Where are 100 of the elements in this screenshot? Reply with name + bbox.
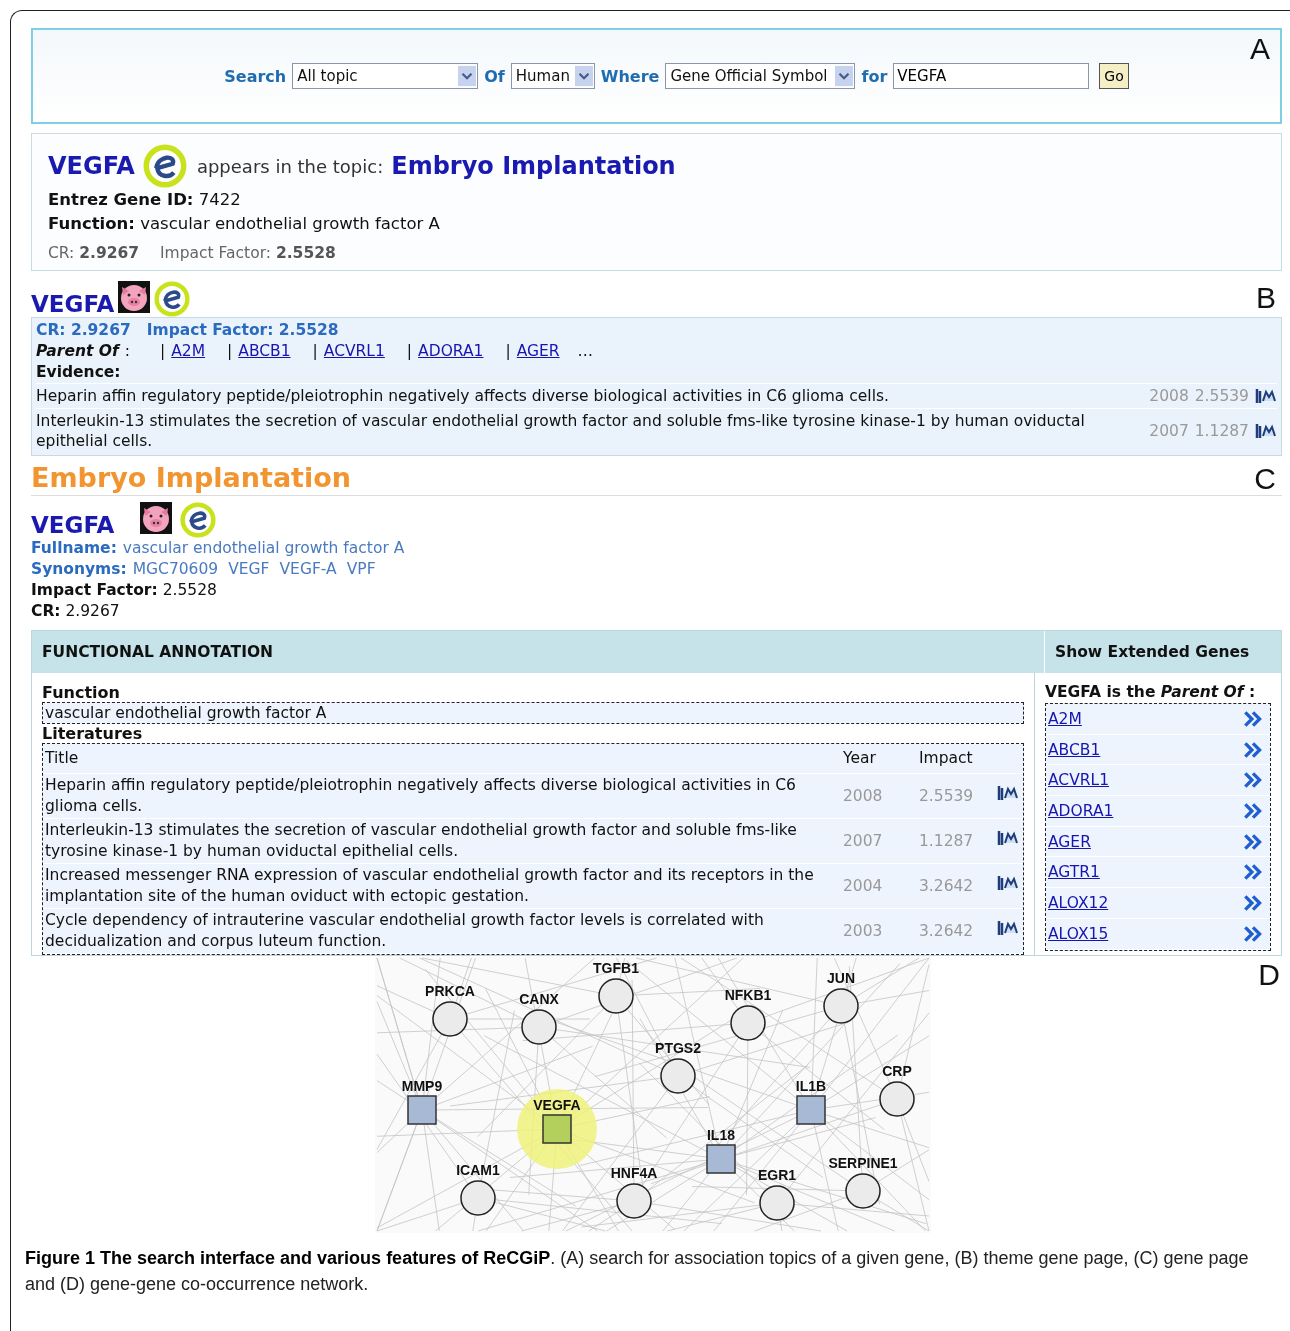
panel-letter: B bbox=[1256, 281, 1276, 315]
panel-letter: D bbox=[1258, 958, 1280, 992]
year-text: 2003 bbox=[842, 920, 884, 942]
pubmed-icon[interactable] bbox=[997, 874, 1019, 892]
gene-link[interactable]: ACVRL1 bbox=[1048, 771, 1110, 790]
double-chevron-icon[interactable] bbox=[1242, 863, 1264, 882]
entrez-label: Entrez Gene ID: bbox=[48, 190, 194, 209]
gene-link[interactable]: ACVRL1 bbox=[323, 341, 385, 362]
of-label: Of bbox=[484, 66, 505, 86]
gene-link[interactable]: AGER bbox=[1048, 832, 1091, 851]
field-dropdown[interactable]: Gene Official Symbol bbox=[665, 63, 856, 89]
query-field[interactable]: VEGFA bbox=[893, 63, 1090, 89]
year-text: 2007 bbox=[1149, 421, 1189, 441]
go-button[interactable]: Go bbox=[1099, 63, 1129, 89]
gene-link[interactable]: ALOX15 bbox=[1048, 924, 1109, 943]
column-header: Impact bbox=[919, 748, 974, 769]
year-text: 2008 bbox=[842, 785, 884, 807]
evidence-label: Evidence: bbox=[36, 362, 121, 383]
gene-link[interactable]: ADORA1 bbox=[418, 341, 484, 362]
gene-link[interactable]: ABCB1 bbox=[1048, 740, 1101, 759]
impact-text: 3.2642 bbox=[919, 875, 975, 897]
gene-link[interactable]: A2M bbox=[1048, 709, 1082, 728]
function-text: vascular endothelial growth factor A bbox=[140, 214, 440, 233]
pubmed-icon[interactable] bbox=[1255, 422, 1277, 440]
for-label: for bbox=[861, 66, 888, 86]
pubmed-icon[interactable] bbox=[997, 829, 1019, 847]
synonyms-label: Synonyms: bbox=[31, 559, 127, 580]
synonym-text: VPF bbox=[346, 559, 376, 580]
gene-link[interactable]: AGER bbox=[516, 341, 560, 362]
double-chevron-icon[interactable] bbox=[1242, 801, 1264, 820]
gene-link[interactable]: A2M bbox=[171, 341, 206, 362]
double-chevron-icon[interactable] bbox=[1242, 893, 1264, 912]
impact-text: 1.1287 bbox=[919, 830, 975, 852]
topic-dropdown[interactable]: All topic bbox=[292, 63, 479, 89]
double-chevron-icon[interactable] bbox=[1242, 709, 1264, 728]
gene-symbol: VEGFA bbox=[31, 291, 115, 317]
entrez-e-icon[interactable] bbox=[180, 502, 217, 538]
function-label: Function: bbox=[48, 214, 135, 233]
double-chevron-icon[interactable] bbox=[1242, 832, 1264, 851]
evidence-title: Interleukin-13 stimulates the secretion of vascular endothelial growth factor and soluble fms-like tyrosine kinase-1 by human oviductal epithelial cells. bbox=[36, 411, 1086, 451]
impact-value: 2.5528 bbox=[275, 244, 336, 262]
impact-label: Impact Factor: bbox=[160, 244, 271, 262]
literature-title: Interleukin-13 stimulates the secretion of vascular endothelial growth factor and soluble fms-like tyrosine kinase-1 by human oviductal epithelial cells. bbox=[44, 820, 798, 862]
topic-title: Embryo Implantation bbox=[31, 462, 352, 493]
panel-letter: C bbox=[1254, 462, 1276, 496]
panel-letter: A bbox=[1250, 32, 1270, 66]
pig-icon[interactable] bbox=[140, 502, 173, 534]
cr-label: CR: bbox=[48, 244, 75, 262]
parent-of-heading: VEGFA is the Parent Of : bbox=[1045, 683, 1257, 701]
more-text: … bbox=[577, 341, 594, 362]
impact-text: 3.2642 bbox=[919, 920, 975, 942]
impact-text: 2.5539 bbox=[1194, 386, 1249, 406]
gene-link[interactable]: AGTR1 bbox=[1048, 863, 1100, 882]
section-header: FUNCTIONAL ANNOTATION bbox=[32, 631, 1045, 673]
literatures-heading: Literatures bbox=[42, 724, 144, 743]
pig-icon[interactable] bbox=[118, 281, 151, 313]
figure-caption: Figure 1 The search interface and various features of ReCGiP. (A) search for association topics of a given gene, (B) theme gene page, (C) gene page and (D) gene-gene co-occurrence network. bbox=[25, 1247, 1250, 1296]
column-header: Title bbox=[44, 748, 80, 769]
separator-text: | bbox=[406, 341, 413, 362]
column-header: Year bbox=[842, 748, 877, 769]
synonym-text: VEGF-A bbox=[279, 559, 337, 580]
fullname-text: vascular endothelial growth factor A bbox=[122, 538, 405, 559]
gene-node[interactable]: VEGFA bbox=[516, 1089, 597, 1169]
year-text: 2004 bbox=[842, 875, 884, 897]
pubmed-icon[interactable] bbox=[997, 784, 1019, 802]
topic-link[interactable]: Embryo Implantation bbox=[391, 152, 676, 180]
separator-text: | bbox=[160, 341, 166, 362]
gene-node[interactable]: MMP9 bbox=[401, 1078, 442, 1125]
double-chevron-icon[interactable] bbox=[1242, 740, 1264, 759]
cr-label: CR: bbox=[31, 601, 61, 622]
synonym-text: VEGF bbox=[228, 559, 270, 580]
literature-title: Increased messenger RNA expression of vascular endothelial growth factor and its receptors in the implantation site of the human oviduct with ectopic gestation. bbox=[44, 865, 815, 907]
gene-link[interactable]: ALOX12 bbox=[1048, 893, 1109, 912]
literature-title: Cycle dependency of intrauterine vascular endothelial growth factor levels is correlated with decidualization and corpus luteum function. bbox=[44, 910, 765, 952]
species-dropdown[interactable]: Human bbox=[510, 63, 595, 89]
double-chevron-icon[interactable] bbox=[1242, 771, 1264, 790]
literature-title: Heparin affin regulatory peptide/pleiotrophin negatively affects diverse biological activities in C6 glioma cells. bbox=[44, 775, 797, 817]
evidence-title: Heparin affin regulatory peptide/pleiotrophin negatively affects diverse biological activities in C6 glioma cells. bbox=[36, 386, 890, 406]
function-heading: Function bbox=[42, 683, 121, 702]
colon-text: : bbox=[124, 341, 130, 362]
entrez-e-icon[interactable] bbox=[154, 281, 191, 317]
fullname-label: Fullname: bbox=[31, 538, 117, 559]
cr-value: 2.9267 bbox=[65, 601, 120, 622]
impact-factor: Impact Factor: 2.5528 bbox=[146, 320, 339, 341]
gene-link[interactable]: ADORA1 bbox=[1048, 801, 1114, 820]
search-label: Search bbox=[224, 66, 287, 86]
synonym-text: MGC70609 bbox=[132, 559, 219, 580]
gene-node[interactable]: PRKCA bbox=[424, 983, 475, 1037]
separator-text: | bbox=[227, 341, 233, 362]
pubmed-icon[interactable] bbox=[997, 919, 1019, 937]
section-header: Show Extended Genes bbox=[1054, 643, 1251, 661]
gene-link[interactable]: ABCB1 bbox=[238, 341, 291, 362]
double-chevron-icon[interactable] bbox=[1242, 924, 1264, 943]
entrez-e-icon[interactable] bbox=[142, 144, 187, 188]
function-text: vascular endothelial growth factor A bbox=[42, 702, 1024, 724]
gene-node[interactable]: SERPINE1 bbox=[827, 1155, 898, 1209]
pubmed-icon[interactable] bbox=[1255, 387, 1277, 405]
year-text: 2008 bbox=[1149, 386, 1189, 406]
cr-score: CR: 2.9267 bbox=[36, 320, 131, 341]
impact-label: Impact Factor: bbox=[31, 580, 158, 601]
